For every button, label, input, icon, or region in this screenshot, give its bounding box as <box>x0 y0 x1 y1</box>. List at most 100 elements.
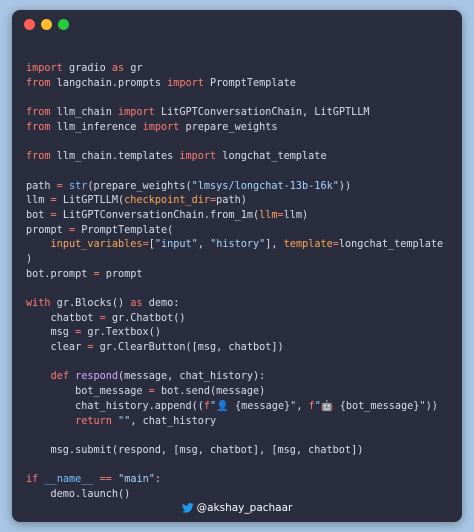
code-token: , <box>296 400 309 412</box>
code-line: if __name__ == "main": <box>26 473 443 488</box>
code-token: {bot_message} <box>339 400 420 412</box>
code-line: from llm_chain import LitGPTConversation… <box>26 106 443 121</box>
author-credit: @akshay_pachaar <box>12 502 462 514</box>
twitter-bird-icon <box>181 503 194 513</box>
code-token: bot.send(message) <box>154 386 266 398</box>
code-token: langchain.prompts <box>50 77 168 89</box>
code-token: prompt <box>99 268 143 280</box>
code-token: from <box>26 121 51 133</box>
code-token: llm_inference <box>50 121 143 133</box>
code-token: as <box>111 63 125 74</box>
code-line: clear = gr.ClearButton([msg, chatbot]) <box>26 341 443 356</box>
code-token: LitGPTConversationChain, LitGPTLLM <box>154 107 370 119</box>
code-token: msg <box>26 327 76 339</box>
code-line: import gradio as gr <box>26 62 443 77</box>
code-token: : <box>154 474 162 486</box>
code-token: gradio <box>62 63 112 74</box>
code-token: def <box>50 371 69 383</box>
code-token: "" <box>118 415 131 427</box>
code-token: prepare_weights <box>179 121 278 133</box>
code-token: if <box>26 474 39 486</box>
code-token: gr.ClearButton([msg, chatbot]) <box>93 342 284 354</box>
code-token: longchat_template <box>216 151 327 163</box>
code-token: gr.Chatbot() <box>105 312 186 324</box>
code-token: bot_message <box>26 386 149 398</box>
code-token: , <box>197 239 211 251</box>
code-token: respond <box>75 371 119 383</box>
code-token: PromptTemplate <box>203 77 296 89</box>
code-token: with <box>26 298 51 309</box>
code-token: llm) <box>283 209 309 221</box>
code-token: template <box>283 239 333 251</box>
code-token: return <box>75 415 112 427</box>
code-token: LitGPTConversationChain.from_1m( <box>56 209 260 221</box>
code-line: llm = LitGPTLLM(checkpoint_dir=path) <box>26 194 443 209</box>
maximize-dot[interactable] <box>58 19 69 30</box>
code-window: import gradio as gr from langchain.prompt… <box>12 10 462 522</box>
code-token: llm <box>259 209 278 221</box>
code-token: "main" <box>118 474 155 486</box>
code-line: from langchain.prompts import PromptTemp… <box>26 77 443 92</box>
code-line: from llm_inference import prepare_weight… <box>26 121 443 136</box>
code-token: "history" <box>210 239 266 251</box>
code-token: llm_chain.templates <box>50 151 180 163</box>
code-token: {message} <box>234 400 291 412</box>
code-line: from llm_chain.templates import longchat… <box>26 150 443 165</box>
code-token: as <box>130 298 143 309</box>
code-line: bot = LitGPTConversationChain.from_1m(ll… <box>26 209 443 224</box>
code-token: input_variables <box>50 239 143 251</box>
code-token: import <box>142 121 180 133</box>
code-line: demo.launch() <box>26 488 443 503</box>
window-titlebar <box>12 10 462 40</box>
author-handle: @akshay_pachaar <box>196 502 293 514</box>
code-line: path = str(prepare_weights("lmsys/longch… <box>26 180 443 195</box>
code-token: , chat_history <box>130 415 217 427</box>
code-token: chatbot <box>26 312 100 324</box>
code-token: llm_chain <box>50 107 119 119</box>
code-line: input_variables=["input", "history"], te… <box>26 238 444 253</box>
code-token: == <box>99 474 112 486</box>
code-token: (prepare_weights( <box>87 180 192 192</box>
code-token: gr <box>124 63 143 74</box>
code-token: checkpoint_dir <box>124 195 211 207</box>
code-line: bot_message = bot.send(message) <box>26 385 443 400</box>
code-token: import <box>167 77 204 89</box>
code-token: import <box>179 151 217 163</box>
code-token: "input" <box>154 239 198 251</box>
code-token: (message, chat_history): <box>118 371 266 383</box>
code-token: gr.Blocks() <box>50 298 131 309</box>
close-dot[interactable] <box>24 19 35 30</box>
code-line: with gr.Blocks() as demo: <box>26 297 443 312</box>
code-token: )) <box>338 180 352 192</box>
minimize-dot[interactable] <box>41 19 52 30</box>
code-token: PromptTemplate( <box>75 224 174 236</box>
code-token: demo.launch() <box>26 488 131 500</box>
code-token: )) <box>425 400 438 412</box>
code-token: "👤 <box>210 400 235 412</box>
code-token: __name__ <box>44 474 94 486</box>
code-token: import <box>26 63 63 74</box>
code-token: import <box>118 107 155 119</box>
code-token: bot <box>26 209 51 221</box>
code-line: bot.prompt = prompt <box>26 268 443 283</box>
code-token: gr.Textbox() <box>81 327 161 339</box>
code-line: chatbot = gr.Chatbot() <box>26 312 443 327</box>
code-token: prompt <box>26 224 69 236</box>
code-token: str <box>68 180 88 192</box>
code-token: "lmsys/longchat-13b-16k" <box>191 180 339 192</box>
code-token: from <box>26 107 51 119</box>
code-token: path) <box>216 195 247 207</box>
code-token: clear <box>26 342 88 354</box>
code-token: demo: <box>142 298 180 309</box>
code-line: def respond(message, chat_history): <box>26 370 443 385</box>
code-line: ) <box>26 253 443 268</box>
code-token: LitGPTLLM( <box>56 195 125 207</box>
code-token: llm <box>26 195 51 207</box>
code-token: ], <box>265 239 284 251</box>
code-block: import gradio as gr from langchain.prompt… <box>26 62 443 503</box>
